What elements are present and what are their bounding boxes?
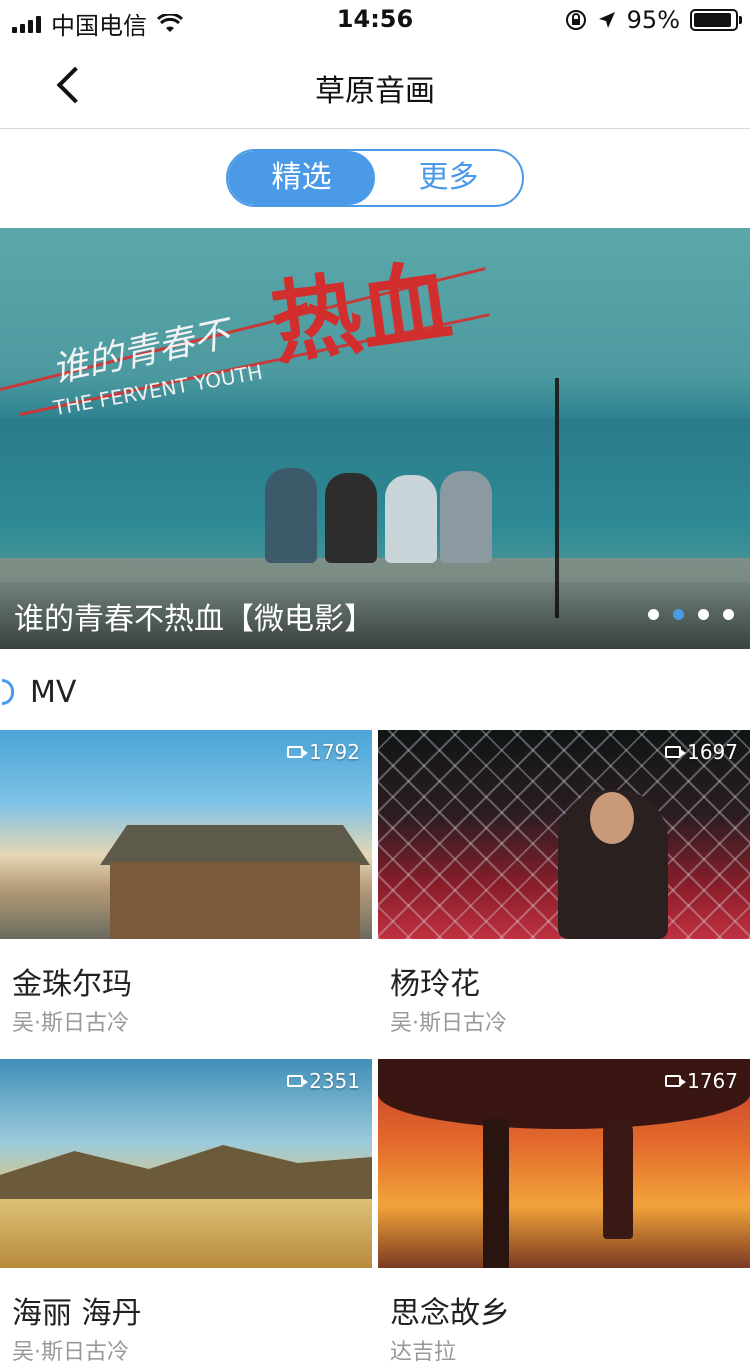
video-camera-icon xyxy=(287,1075,309,1087)
video-artist: 吴·斯日古冷 xyxy=(12,1340,129,1365)
video-artist: 达吉拉 xyxy=(390,1340,457,1365)
section-title: MV xyxy=(30,674,77,710)
video-title: 杨玲花 xyxy=(390,967,480,1002)
video-title: 思念故乡 xyxy=(390,1296,510,1331)
tab-featured[interactable]: 精选 xyxy=(228,151,375,205)
view-count: 2351 xyxy=(287,1069,360,1093)
carousel-dot[interactable] xyxy=(648,609,659,620)
video-thumbnail[interactable]: 2351 xyxy=(0,1059,372,1268)
view-count-value: 2351 xyxy=(309,1069,360,1093)
navigation-bar: 草原音画 xyxy=(0,42,750,129)
page-title: 草原音画 xyxy=(315,74,435,109)
video-title: 金珠尔玛 xyxy=(12,967,132,1002)
video-card[interactable]: 1697 杨玲花 吴·斯日古冷 xyxy=(378,730,750,1037)
view-count-value: 1792 xyxy=(309,740,360,764)
view-count: 1792 xyxy=(287,740,360,764)
video-thumbnail[interactable]: 1697 xyxy=(378,730,750,939)
carousel-dot-active[interactable] xyxy=(673,609,684,620)
view-count-value: 1767 xyxy=(687,1069,738,1093)
video-card[interactable]: 1767 思念故乡 达吉拉 xyxy=(378,1059,750,1366)
video-camera-icon xyxy=(665,746,687,758)
video-title: 海丽 海丹 xyxy=(12,1296,142,1331)
carousel-dots xyxy=(648,609,734,620)
banner-carousel[interactable]: 谁的青春不 热血 THE FERVENT YOUTH 谁的青春不热血【微电影】 xyxy=(0,228,750,649)
view-count-value: 1697 xyxy=(687,740,738,764)
carousel-dot[interactable] xyxy=(723,609,734,620)
battery-icon xyxy=(690,9,742,31)
video-artist: 吴·斯日古冷 xyxy=(12,1011,129,1036)
banner-people xyxy=(255,443,525,563)
status-bar: 中国电信 14:56 95% xyxy=(0,0,750,42)
video-card[interactable]: 1792 金珠尔玛 吴·斯日古冷 xyxy=(0,730,372,1037)
section-header-mv: MV xyxy=(0,672,76,712)
tab-more[interactable]: 更多 xyxy=(375,151,522,205)
view-count: 1697 xyxy=(665,740,738,764)
battery-percent: 95% xyxy=(626,6,680,34)
video-card[interactable]: 2351 海丽 海丹 吴·斯日古冷 xyxy=(0,1059,372,1366)
location-icon xyxy=(598,12,615,28)
carousel-dot[interactable] xyxy=(698,609,709,620)
orientation-lock-icon xyxy=(565,10,586,30)
video-thumbnail[interactable]: 1767 xyxy=(378,1059,750,1268)
banner-caption: 谁的青春不热血【微电影】 xyxy=(14,602,374,637)
section-mark-icon xyxy=(0,675,18,709)
video-thumbnail[interactable]: 1792 xyxy=(0,730,372,939)
video-camera-icon xyxy=(665,1075,687,1087)
banner-caption-bar: 谁的青春不热血【微电影】 xyxy=(0,582,750,649)
segmented-control: 精选 更多 xyxy=(226,149,524,207)
view-count: 1767 xyxy=(665,1069,738,1093)
banner-art-hot: 热血 xyxy=(264,247,458,378)
video-camera-icon xyxy=(287,746,309,758)
video-artist: 吴·斯日古冷 xyxy=(390,1011,507,1036)
